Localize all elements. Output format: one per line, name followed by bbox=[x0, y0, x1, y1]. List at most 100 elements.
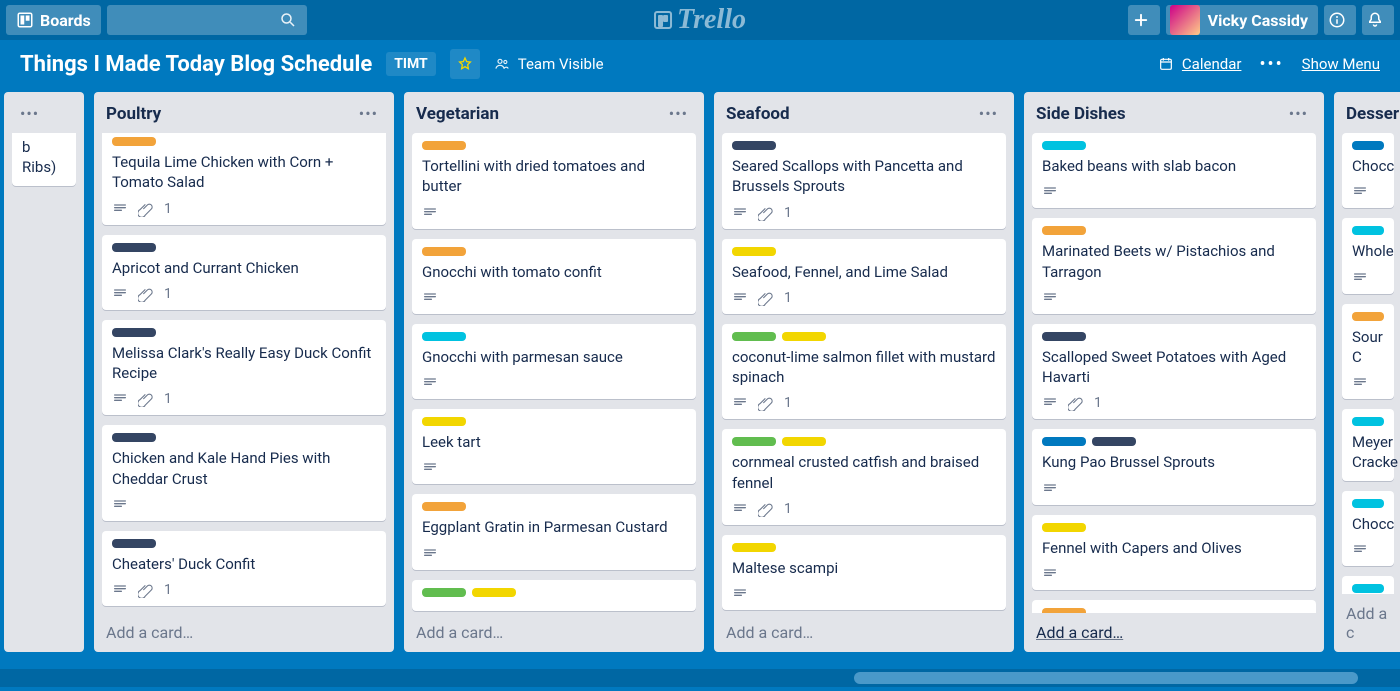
list-body[interactable]: Baked beans with slab bacon Marinated Bee… bbox=[1024, 133, 1324, 613]
card-label bbox=[732, 332, 776, 341]
card[interactable]: Chicken and Kale Hand Pies with Cheddar … bbox=[102, 425, 386, 521]
card-title: Maltese scampi bbox=[732, 558, 996, 578]
card[interactable]: Chocc bbox=[1342, 491, 1394, 566]
create-button[interactable] bbox=[1128, 5, 1160, 35]
card[interactable]: Gnocchi with parmesan sauce bbox=[412, 324, 696, 399]
card[interactable]: Seafood, Fennel, and Lime Salad1 bbox=[722, 239, 1006, 314]
list-body[interactable]: b Ribs) bbox=[4, 133, 84, 632]
add-card-button[interactable]: Add a card… bbox=[714, 613, 1014, 652]
card-title: Meyer Cracke bbox=[1352, 432, 1384, 473]
card[interactable]: Eggplant Gratin in Parmesan Custard bbox=[412, 494, 696, 569]
description-icon bbox=[732, 586, 748, 602]
calendar-button[interactable]: Calendar bbox=[1158, 55, 1242, 73]
attachment-count: 1 bbox=[784, 290, 792, 306]
card[interactable]: Scalloped Sweet Potatoes with Aged Havar… bbox=[1032, 324, 1316, 420]
add-card-button[interactable] bbox=[4, 632, 84, 652]
card[interactable]: Tortellini with dried tomatoes and butte… bbox=[412, 133, 696, 229]
card-title: Eggplant Gratin in Parmesan Custard bbox=[422, 517, 686, 537]
card-label bbox=[782, 332, 826, 341]
card[interactable] bbox=[412, 580, 696, 611]
attachment-count: 1 bbox=[164, 286, 172, 302]
star-button[interactable] bbox=[450, 49, 480, 79]
board-canvas[interactable]: ••• b Ribs) Poultry ••• Tequila Lime Chicken… bbox=[0, 88, 1400, 663]
show-menu-button[interactable]: Show Menu bbox=[1302, 55, 1380, 73]
card[interactable]: Apricot and Currant Chicken1 bbox=[102, 235, 386, 310]
list-title[interactable]: Side Dishes bbox=[1036, 104, 1126, 124]
list-title[interactable]: Seafood bbox=[726, 104, 790, 124]
card-badges bbox=[1042, 566, 1306, 582]
list-menu-button[interactable]: ••• bbox=[1285, 102, 1312, 125]
info-button[interactable] bbox=[1324, 5, 1356, 35]
description-icon bbox=[112, 497, 128, 513]
search-input[interactable] bbox=[107, 5, 307, 35]
header-right: Vicky Cassidy bbox=[1128, 5, 1394, 35]
card[interactable]: Gnocchi with tomato confit bbox=[412, 239, 696, 314]
card-label bbox=[1092, 437, 1136, 446]
card[interactable]: Tequila Lime Chicken with Corn + Tomato … bbox=[102, 133, 386, 225]
card-badges: 1 bbox=[112, 201, 376, 217]
card[interactable]: Kung Pao Brussel Sprouts bbox=[1032, 429, 1316, 504]
card[interactable]: Seared Scallops with Pancetta and Brusse… bbox=[722, 133, 1006, 229]
card-title: Melissa Clark's Really Easy Duck Confit … bbox=[112, 343, 376, 384]
list-body[interactable]: Seared Scallops with Pancetta and Brusse… bbox=[714, 133, 1014, 613]
card-title: Marinated Beets w/ Pistachios and Tarrag… bbox=[1042, 241, 1306, 282]
visibility-label: Team Visible bbox=[518, 55, 604, 73]
card[interactable]: Maltese scampi bbox=[722, 535, 1006, 610]
card[interactable]: Baked beans with slab bacon bbox=[1032, 133, 1316, 208]
visibility-button[interactable]: Team Visible bbox=[494, 55, 604, 73]
attachment-icon bbox=[138, 286, 154, 302]
card-label bbox=[1042, 523, 1086, 532]
star-icon bbox=[457, 56, 473, 72]
list-menu-button[interactable]: ••• bbox=[665, 102, 692, 125]
list-header: Vegetarian ••• bbox=[404, 92, 704, 133]
add-card-button[interactable]: Add a card… bbox=[404, 613, 704, 652]
list-title[interactable]: Vegetarian bbox=[416, 104, 499, 124]
list-body[interactable]: Chocc Whole Sour C Meyer Cracke Chocc Chocc bbox=[1334, 133, 1400, 594]
card-label bbox=[422, 141, 466, 150]
card[interactable]: Melissa Clark's Really Easy Duck Confit … bbox=[102, 320, 386, 416]
card[interactable]: Chocc bbox=[1342, 133, 1394, 208]
list-body[interactable]: Tortellini with dried tomatoes and butte… bbox=[404, 133, 704, 613]
scrollbar-thumb[interactable] bbox=[854, 672, 1358, 684]
card[interactable]: Leek tart bbox=[412, 409, 696, 484]
card[interactable] bbox=[1032, 600, 1316, 613]
attachment-icon bbox=[1068, 395, 1084, 411]
card-labels bbox=[732, 247, 996, 256]
card[interactable]: b Ribs) bbox=[12, 133, 76, 186]
card[interactable]: Whole bbox=[1342, 218, 1394, 293]
attachment-count: 1 bbox=[164, 582, 172, 598]
list-menu-button[interactable]: ••• bbox=[16, 102, 43, 125]
card-label bbox=[1042, 332, 1086, 341]
description-icon bbox=[1352, 375, 1368, 391]
card[interactable]: cornmeal crusted catfish and braised fen… bbox=[722, 429, 1006, 525]
card[interactable]: Cheaters' Duck Confit1 bbox=[102, 531, 386, 606]
user-menu-button[interactable]: Vicky Cassidy bbox=[1166, 5, 1318, 35]
card-labels bbox=[112, 328, 376, 337]
app-logo[interactable]: Trello bbox=[654, 4, 746, 36]
card-title: Chicken and Kale Hand Pies with Cheddar … bbox=[112, 448, 376, 489]
card[interactable]: Fennel with Capers and Olives bbox=[1032, 515, 1316, 590]
list-body[interactable]: Tequila Lime Chicken with Corn + Tomato … bbox=[94, 133, 394, 613]
card[interactable]: Marinated Beets w/ Pistachios and Tarrag… bbox=[1032, 218, 1316, 314]
add-card-button[interactable]: Add a card… bbox=[94, 613, 394, 652]
card[interactable]: coconut-lime salmon fillet with mustard … bbox=[722, 324, 1006, 420]
list-menu-button[interactable]: ••• bbox=[355, 102, 382, 125]
card[interactable]: Sour C bbox=[1342, 304, 1394, 400]
add-card-button[interactable]: Add a card… bbox=[1024, 613, 1324, 652]
add-card-button[interactable]: Add a c bbox=[1334, 594, 1400, 652]
list-title[interactable]: Desser bbox=[1346, 104, 1399, 124]
card-label bbox=[112, 243, 156, 252]
card-labels bbox=[1042, 523, 1306, 532]
notifications-button[interactable] bbox=[1362, 5, 1394, 35]
card-title: Fennel with Capers and Olives bbox=[1042, 538, 1306, 558]
horizontal-scrollbar[interactable] bbox=[0, 669, 1400, 687]
board-shortcode[interactable]: TIMT bbox=[386, 52, 436, 76]
list-title[interactable]: Poultry bbox=[106, 104, 161, 124]
boards-button[interactable]: Boards bbox=[6, 5, 101, 35]
card[interactable]: Chocc bbox=[1342, 576, 1394, 594]
user-name: Vicky Cassidy bbox=[1208, 11, 1308, 30]
board-title[interactable]: Things I Made Today Blog Schedule bbox=[20, 52, 372, 77]
list-menu-button[interactable]: ••• bbox=[975, 102, 1002, 125]
card[interactable]: Meyer Cracke bbox=[1342, 409, 1394, 481]
card-badges: 1 bbox=[732, 290, 996, 306]
